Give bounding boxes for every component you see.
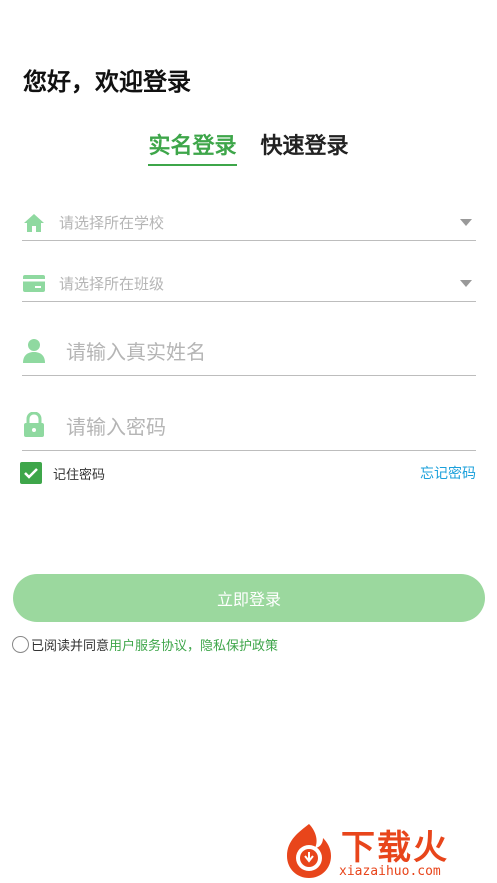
chevron-down-icon (460, 219, 472, 226)
watermark-url: xiazaihuo.com (339, 864, 441, 879)
home-icon (22, 213, 46, 233)
flame-logo-icon (287, 824, 331, 878)
watermark: 下载火 xiazaihuo.com (279, 816, 489, 882)
lock-icon (22, 412, 46, 438)
tab-quick-login[interactable]: 快速登录 (261, 128, 349, 166)
agreement-link[interactable]: 用户服务协议，隐私保护政策 (109, 635, 278, 654)
user-icon (22, 338, 46, 364)
class-placeholder: 请选择所在班级 (59, 275, 165, 293)
agreement-prefix: 已阅读并同意 (31, 639, 110, 654)
school-placeholder: 请选择所在学校 (59, 214, 165, 232)
password-placeholder: 请输入密码 (66, 414, 166, 439)
agreement-row: 已阅读并同意 用户服务协议，隐私保护政策 (12, 635, 278, 654)
remember-checkbox[interactable] (20, 462, 42, 484)
forgot-password-link[interactable]: 忘记密码 (420, 463, 476, 483)
name-placeholder: 请输入真实姓名 (66, 340, 206, 364)
page-title: 您好，欢迎登录 (23, 68, 191, 96)
real-name-input[interactable]: 请输入真实姓名 (22, 326, 476, 376)
login-button[interactable]: 立即登录 (13, 574, 485, 622)
school-select[interactable]: 请选择所在学校 (22, 205, 476, 241)
card-icon (22, 274, 46, 293)
password-input[interactable]: 请输入密码 (22, 400, 476, 451)
login-tabs: 实名登录 快速登录 (0, 128, 497, 166)
agreement-radio[interactable] (12, 636, 29, 653)
watermark-brand: 下载火 (341, 828, 449, 868)
remember-row: 记住密码 忘记密码 (20, 462, 476, 484)
check-icon (24, 468, 38, 479)
remember-label: 记住密码 (53, 467, 106, 483)
tab-real-name-login[interactable]: 实名登录 (148, 128, 237, 166)
class-select[interactable]: 请选择所在班级 (22, 266, 476, 302)
chevron-down-icon (460, 280, 472, 287)
